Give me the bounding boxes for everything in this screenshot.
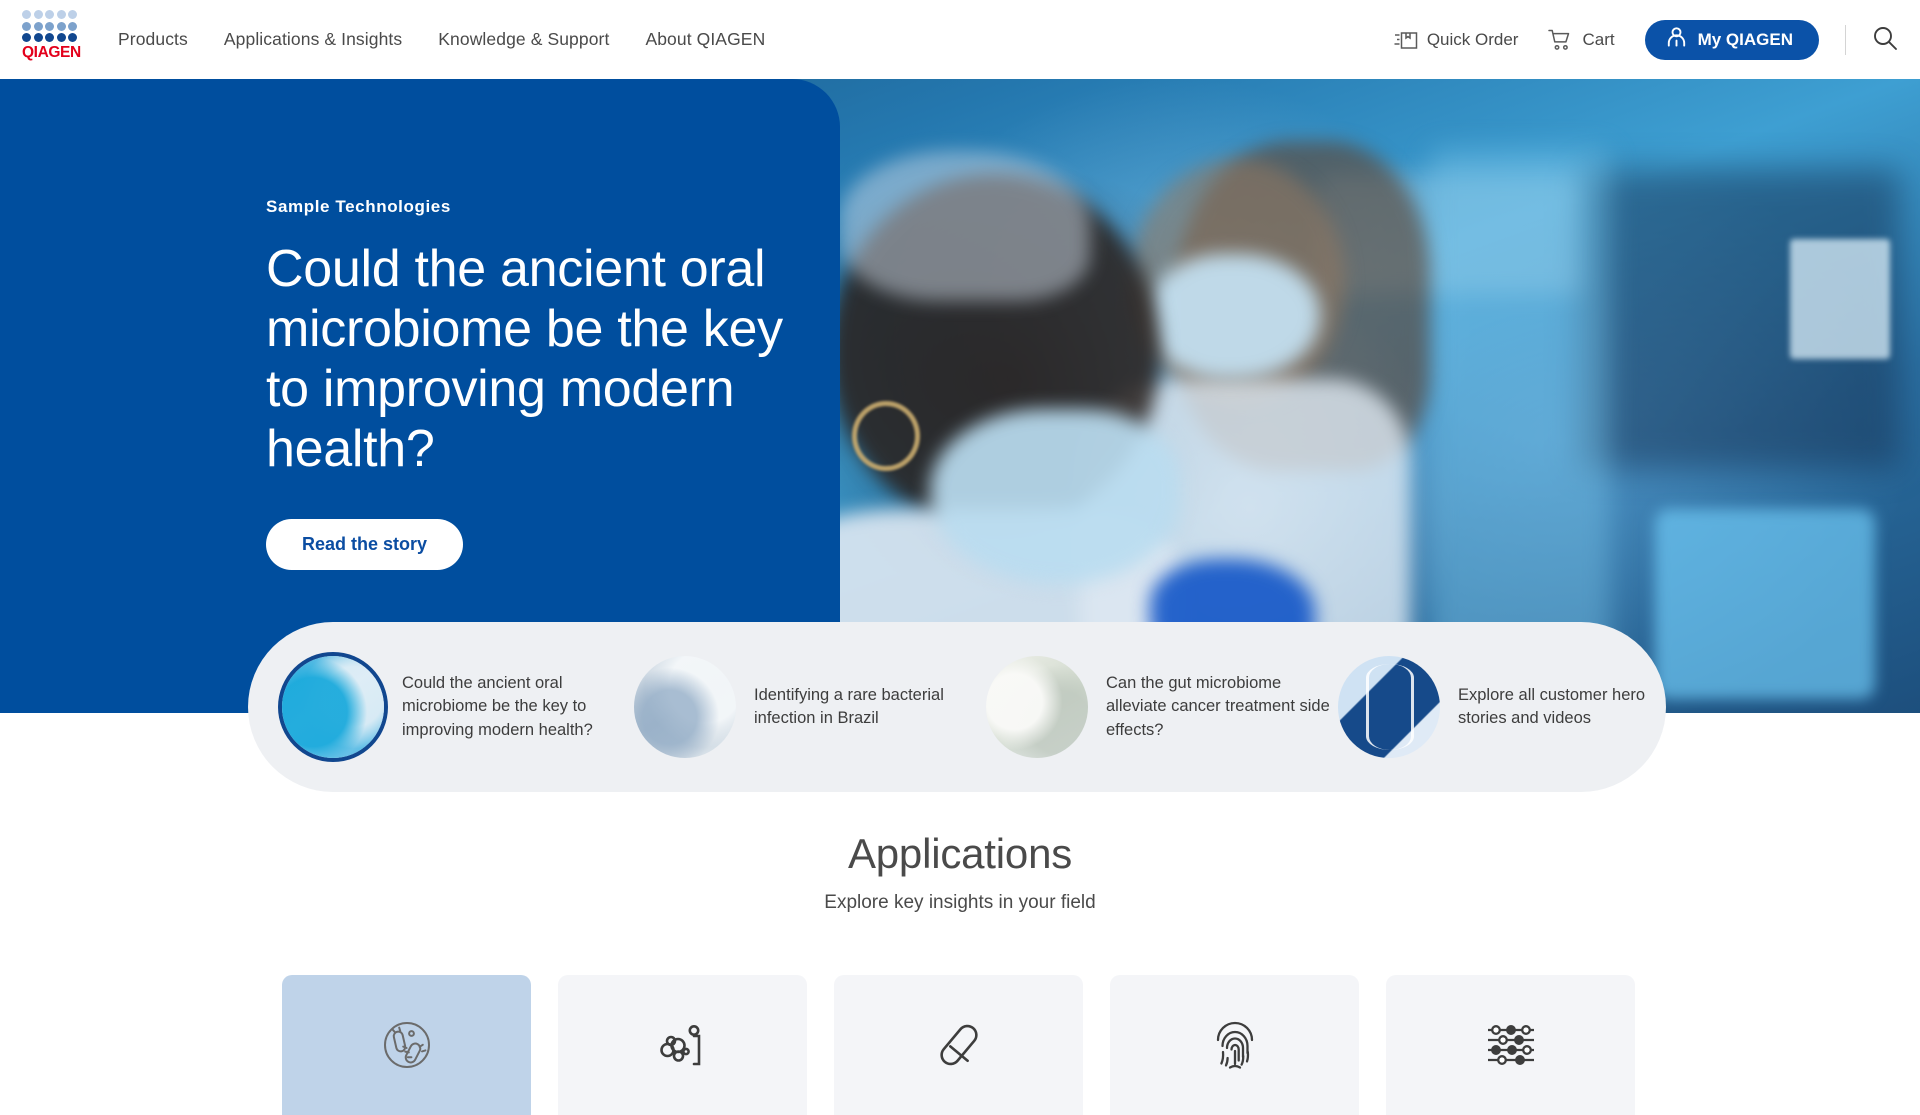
carousel-card-label: Can the gut microbiome alleviate cancer … — [1106, 673, 1330, 739]
carousel-card-label: Identifying a rare bacterial infection i… — [754, 685, 944, 727]
header-divider — [1845, 24, 1846, 55]
logo-dot — [33, 10, 43, 19]
cart-link[interactable]: Cart — [1548, 28, 1615, 51]
application-tile-pharma[interactable] — [834, 975, 1083, 1115]
logo-dot-row — [22, 33, 77, 42]
nav-item-applications[interactable]: Applications & Insights — [224, 29, 402, 50]
carousel-card-label: Explore all customer hero stories and vi… — [1458, 685, 1646, 727]
hero-section: Sample Technologies Could the ancient or… — [0, 79, 1920, 713]
application-tile-cell-biology[interactable] — [558, 975, 807, 1115]
carousel-card[interactable]: Can the gut microbiome alleviate cancer … — [986, 656, 1338, 758]
photo-detail — [1790, 239, 1890, 359]
logo-dot — [33, 33, 43, 42]
logo-dot — [33, 21, 43, 31]
application-tile-bioinformatics[interactable] — [1386, 975, 1635, 1115]
search-button[interactable]: Search — [1872, 25, 1898, 54]
logo-dot — [45, 33, 54, 42]
main-navigation: Products Applications & Insights Knowled… — [118, 0, 765, 79]
photo-detail — [1150, 254, 1320, 379]
carousel-card-label: Could the ancient oral microbiome be the… — [402, 673, 593, 739]
bioinformatics-beads-icon — [1483, 1017, 1539, 1073]
carousel-thumbnail[interactable] — [282, 656, 384, 758]
carousel-card[interactable]: Explore all customer hero stories and vi… — [1338, 656, 1690, 758]
logo-dot — [56, 21, 66, 31]
carousel-card[interactable]: Could the ancient oral microbiome be the… — [282, 656, 634, 758]
read-the-story-button[interactable]: Read the story — [266, 519, 464, 571]
logo-dot — [68, 21, 77, 31]
nav-item-knowledge[interactable]: Knowledge & Support — [438, 29, 609, 50]
applications-section: Applications Explore key insights in you… — [0, 830, 1920, 914]
application-tiles — [282, 975, 1638, 1115]
logo-dot-row — [22, 21, 77, 31]
hero-title: Could the ancient oral microbiome be the… — [266, 240, 783, 479]
package-box-icon — [1394, 29, 1418, 51]
application-tile-microbiology[interactable] — [282, 975, 531, 1115]
story-carousel: Could the ancient oral microbiome be the… — [248, 622, 1666, 792]
logo-dot — [56, 10, 66, 19]
shopping-cart-icon — [1548, 28, 1573, 51]
my-qiagen-button[interactable]: My QIAGEN — [1644, 19, 1819, 60]
logo-dot — [22, 10, 31, 19]
application-tile-forensics[interactable] — [1110, 975, 1359, 1115]
applications-subtitle: Explore key insights in your field — [824, 892, 1096, 913]
cell-cluster-icon — [655, 1017, 711, 1073]
logo-dot-row — [22, 10, 77, 19]
search-icon — [1872, 25, 1898, 54]
qiagen-logo[interactable]: QIAGEN — [22, 10, 84, 68]
user-person-icon — [1665, 26, 1688, 53]
microbiology-bacteria-icon — [379, 1017, 435, 1073]
logo-dot — [68, 33, 77, 42]
logo-dot — [45, 10, 54, 19]
logo-dot — [68, 10, 77, 19]
site-header: QIAGEN Products Applications & Insights … — [0, 0, 1920, 79]
fingerprint-icon — [1207, 1017, 1263, 1073]
nav-item-products[interactable]: Products — [118, 29, 188, 50]
logo-dot — [22, 33, 31, 42]
quick-order-link[interactable]: Quick Order — [1394, 29, 1519, 51]
cart-label: Cart — [1582, 29, 1615, 49]
pill-capsule-icon — [931, 1017, 987, 1073]
logo-dot-grid — [22, 10, 77, 42]
logo-dot — [22, 21, 31, 31]
my-qiagen-label: My QIAGEN — [1697, 29, 1793, 49]
quick-order-label: Quick Order — [1426, 29, 1519, 49]
carousel-card[interactable]: Identifying a rare bacterial infection i… — [634, 656, 986, 758]
nav-item-about[interactable]: About QIAGEN — [645, 29, 765, 50]
photo-detail — [840, 151, 1090, 301]
applications-title: Applications — [847, 830, 1073, 877]
hero-eyebrow: Sample Technologies — [266, 197, 451, 216]
carousel-thumbnail[interactable] — [986, 656, 1088, 758]
logo-dot — [56, 33, 66, 42]
header-utility-bar: Quick Order Cart My QIAGEN — [1394, 0, 1898, 79]
hero-content: Sample Technologies Could the ancient or… — [266, 197, 846, 571]
logo-wordmark: QIAGEN — [22, 44, 81, 61]
photo-detail — [852, 401, 920, 471]
carousel-thumbnail[interactable] — [1338, 656, 1440, 758]
logo-dot — [45, 21, 54, 31]
carousel-thumbnail[interactable] — [634, 656, 736, 758]
